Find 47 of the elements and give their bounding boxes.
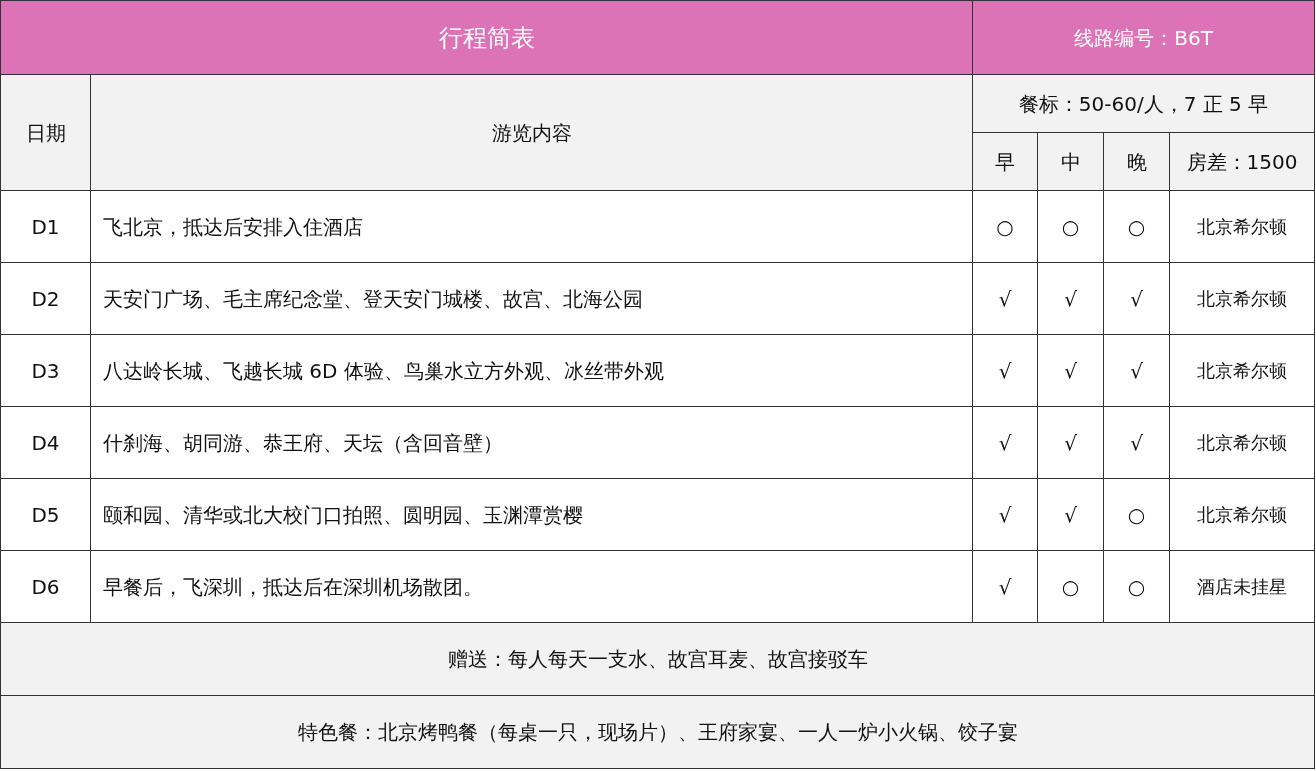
- hotel-cell: 北京希尔顿: [1169, 334, 1315, 407]
- itinerary-cell: 八达岭长城、飞越长城 6D 体验、鸟巢水立方外观、冰丝带外观: [90, 334, 973, 407]
- hotel-cell: 北京希尔顿: [1169, 262, 1315, 335]
- itinerary-cell: 什刹海、胡同游、恭王府、天坛（含回音壁）: [90, 406, 973, 479]
- column-header: 早: [972, 132, 1038, 191]
- column-header: 晚: [1103, 132, 1170, 191]
- itinerary-cell: 颐和园、清华或北大校门口拍照、圆明园、玉渊潭赏樱: [90, 478, 973, 551]
- itinerary-cell: 天安门广场、毛主席纪念堂、登天安门城楼、故宫、北海公园: [90, 262, 973, 335]
- day-cell: D2: [0, 262, 91, 335]
- meal-standard: 餐标：50-60/人，7 正 5 早: [972, 74, 1315, 133]
- meal-mark: ○: [972, 190, 1038, 263]
- meal-mark: √: [1103, 406, 1170, 479]
- note-text: 赠送：每人每天一支水、故宫耳麦、故宫接驳车: [0, 622, 1315, 696]
- meal-mark: √: [1037, 406, 1104, 479]
- meal-mark: ○: [1037, 550, 1104, 623]
- day-cell: D3: [0, 334, 91, 407]
- day-cell: D6: [0, 550, 91, 623]
- meal-mark: √: [972, 334, 1038, 407]
- meal-mark: ○: [1103, 478, 1170, 551]
- day-cell: D1: [0, 190, 91, 263]
- hotel-cell: 北京希尔顿: [1169, 478, 1315, 551]
- meal-mark: √: [1037, 334, 1104, 407]
- table-title: 行程简表: [0, 0, 973, 75]
- meal-mark: √: [1103, 262, 1170, 335]
- meal-mark: √: [972, 478, 1038, 551]
- hotel-cell: 酒店未挂星: [1169, 550, 1315, 623]
- meal-mark: √: [1037, 262, 1104, 335]
- column-header: 日期: [0, 74, 91, 191]
- meal-mark: √: [1103, 334, 1170, 407]
- meal-mark: √: [1037, 478, 1104, 551]
- hotel-cell: 北京希尔顿: [1169, 190, 1315, 263]
- column-header: 中: [1037, 132, 1104, 191]
- meal-mark: ○: [1103, 190, 1170, 263]
- hotel-cell: 北京希尔顿: [1169, 406, 1315, 479]
- note-text: 特色餐：北京烤鸭餐（每桌一只，现场片）、王府家宴、一人一炉小火锅、饺子宴: [0, 695, 1315, 769]
- day-cell: D4: [0, 406, 91, 479]
- meal-mark: √: [972, 550, 1038, 623]
- room-difference: 房差：1500: [1169, 132, 1315, 191]
- day-cell: D5: [0, 478, 91, 551]
- route-code: 线路编号：B6T: [972, 0, 1315, 75]
- meal-mark: ○: [1037, 190, 1104, 263]
- itinerary-cell: 早餐后，飞深圳，抵达后在深圳机场散团。: [90, 550, 973, 623]
- meal-mark: √: [972, 406, 1038, 479]
- itinerary-cell: 飞北京，抵达后安排入住酒店: [90, 190, 973, 263]
- meal-mark: ○: [1103, 550, 1170, 623]
- meal-mark: √: [972, 262, 1038, 335]
- column-header: 游览内容: [90, 74, 973, 191]
